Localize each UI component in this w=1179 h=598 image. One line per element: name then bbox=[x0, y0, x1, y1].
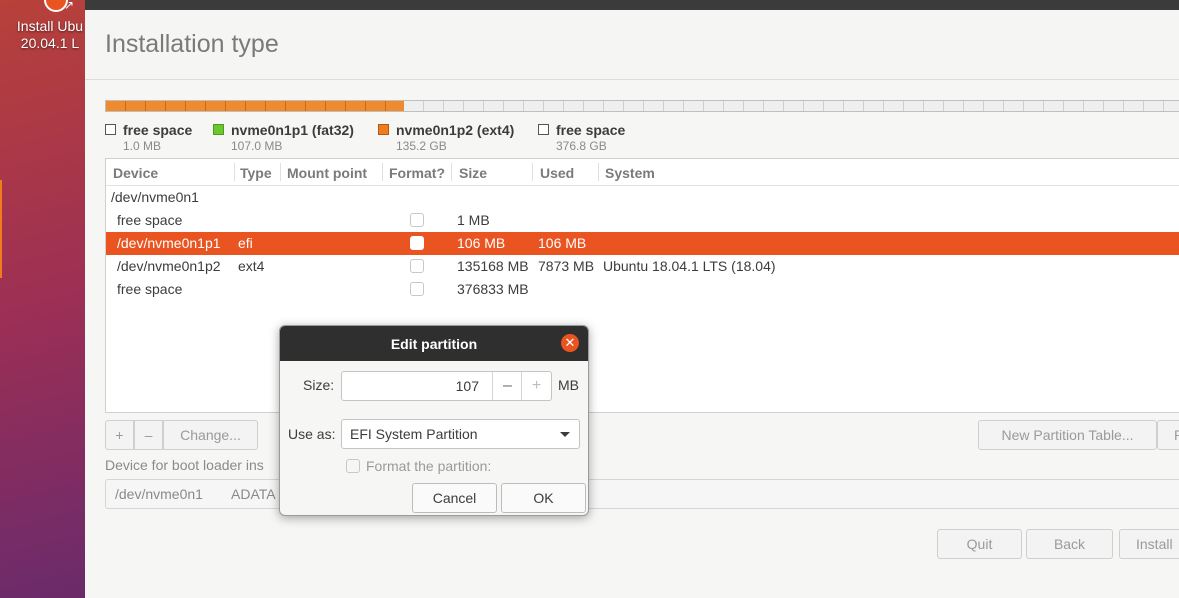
revert-button[interactable]: R bbox=[1157, 420, 1179, 450]
partition-bar-free-segment bbox=[404, 101, 1179, 111]
desktop-launcher-label: Install Ubu 20.04.1 L bbox=[16, 18, 84, 51]
format-checkbox[interactable] bbox=[410, 236, 424, 250]
column-separator bbox=[451, 163, 452, 181]
partition-bar-used-segment bbox=[106, 101, 404, 111]
cell-device: /dev/nvme0n1p2 bbox=[117, 258, 221, 274]
main-content: free space 1.0 MB nvme0n1p1 (fat32) 107.… bbox=[85, 80, 1179, 598]
use-as-dropdown[interactable]: EFI System Partition bbox=[341, 419, 580, 449]
cell-size: 1 MB bbox=[457, 212, 490, 228]
page-title: Installation type bbox=[105, 30, 279, 58]
format-checkbox[interactable] bbox=[410, 282, 424, 296]
cell-device: free space bbox=[117, 212, 183, 228]
desktop-launcher-install-ubuntu[interactable]: ↗ Install Ubu 20.04.1 L bbox=[0, 0, 90, 60]
bootloader-device-combo[interactable]: /dev/nvme0n1 ADATA bbox=[105, 479, 1179, 509]
table-header: Device Type Mount point Format? Size Use… bbox=[106, 159, 1179, 186]
cell-size: 106 MB bbox=[457, 235, 506, 251]
bootloader-device-model: ADATA bbox=[231, 486, 276, 502]
window-header: Installation type bbox=[85, 10, 1179, 80]
cell-size: 376833 MB bbox=[457, 281, 529, 297]
size-unit: MB bbox=[558, 377, 579, 393]
format-checkbox[interactable] bbox=[410, 259, 424, 273]
cell-system: Ubuntu 18.04.1 LTS (18.04) bbox=[603, 258, 776, 274]
column-header-type[interactable]: Type bbox=[240, 165, 272, 181]
cell-size: 135168 MB bbox=[457, 258, 529, 274]
quit-button[interactable]: Quit bbox=[937, 529, 1022, 559]
cancel-button[interactable]: Cancel bbox=[412, 483, 497, 513]
column-header-format[interactable]: Format? bbox=[389, 165, 445, 181]
legend-size: 376.8 GB bbox=[556, 139, 607, 153]
ok-button[interactable]: OK bbox=[501, 483, 586, 513]
add-partition-button[interactable]: + bbox=[105, 420, 134, 450]
chevron-down-icon bbox=[560, 432, 570, 437]
table-row[interactable]: free space 1 MB bbox=[106, 209, 1179, 232]
use-as-label: Use as: bbox=[288, 426, 336, 442]
dialog-title: Edit partition bbox=[390, 336, 478, 352]
legend-swatch bbox=[213, 124, 224, 135]
install-now-button[interactable]: Install bbox=[1119, 529, 1179, 559]
close-icon[interactable]: ✕ bbox=[561, 334, 579, 352]
bootloader-device: /dev/nvme0n1 bbox=[115, 486, 203, 502]
column-header-used[interactable]: Used bbox=[540, 165, 574, 181]
column-separator bbox=[280, 163, 281, 181]
legend-size: 107.0 MB bbox=[231, 139, 283, 153]
bootloader-label: Device for boot loader ins bbox=[105, 457, 264, 473]
desktop-side-tab bbox=[0, 180, 2, 278]
legend-size: 135.2 GB bbox=[396, 139, 447, 153]
column-separator bbox=[598, 163, 599, 181]
decrease-size-button[interactable]: – bbox=[492, 372, 522, 400]
new-partition-table-button[interactable]: New Partition Table... bbox=[978, 420, 1157, 450]
column-header-system[interactable]: System bbox=[605, 165, 655, 181]
back-button[interactable]: Back bbox=[1026, 529, 1113, 559]
table-row[interactable]: /dev/nvme0n1p2 ext4 135168 MB 7873 MB Ub… bbox=[106, 255, 1179, 278]
column-separator bbox=[382, 163, 383, 181]
format-partition-checkbox[interactable] bbox=[346, 459, 360, 473]
column-header-device[interactable]: Device bbox=[113, 165, 158, 181]
legend-name: free space bbox=[556, 122, 626, 138]
column-separator bbox=[234, 163, 235, 181]
cell-type: efi bbox=[238, 235, 253, 251]
column-header-mount-point[interactable]: Mount point bbox=[287, 165, 367, 181]
cell-used: 106 MB bbox=[538, 235, 587, 251]
size-spinbutton[interactable]: 107 – + bbox=[341, 371, 552, 401]
legend-size: 1.0 MB bbox=[123, 139, 162, 153]
cell-used: 7873 MB bbox=[538, 258, 595, 274]
legend-swatch bbox=[105, 124, 116, 135]
use-as-value: EFI System Partition bbox=[350, 426, 478, 442]
table-row-selected[interactable]: /dev/nvme0n1p1 efi 106 MB 106 MB bbox=[106, 232, 1179, 255]
window-titlebar[interactable] bbox=[85, 0, 1179, 10]
cell-device: /dev/nvme0n1 bbox=[111, 189, 199, 205]
cell-device: /dev/nvme0n1p1 bbox=[117, 235, 221, 251]
legend-name: nvme0n1p1 (fat32) bbox=[231, 122, 354, 138]
increase-size-button[interactable]: + bbox=[521, 372, 551, 400]
legend-swatch bbox=[538, 124, 549, 135]
partition-table[interactable]: Device Type Mount point Format? Size Use… bbox=[105, 158, 1179, 413]
column-separator bbox=[532, 163, 533, 181]
edit-partition-dialog: Edit partition ✕ Size: 107 – + MB Use as… bbox=[279, 325, 589, 516]
change-partition-button[interactable]: Change... bbox=[163, 420, 258, 450]
legend-swatch bbox=[378, 124, 389, 135]
legend-name: nvme0n1p2 (ext4) bbox=[396, 122, 515, 138]
size-value: 107 bbox=[455, 378, 479, 394]
dialog-titlebar[interactable]: Edit partition ✕ bbox=[280, 326, 588, 361]
shortcut-arrow-icon: ↗ bbox=[64, 0, 75, 12]
column-header-size[interactable]: Size bbox=[459, 165, 487, 181]
remove-partition-button[interactable]: – bbox=[134, 420, 163, 450]
table-row[interactable]: free space 376833 MB bbox=[106, 278, 1179, 301]
format-partition-label: Format the partition: bbox=[366, 458, 492, 474]
partition-usage-bar bbox=[105, 100, 1179, 112]
cell-device: free space bbox=[117, 281, 183, 297]
table-row-disk[interactable]: /dev/nvme0n1 bbox=[106, 186, 1179, 209]
installer-window: Installation type free space 1.0 MB nvme… bbox=[85, 0, 1179, 598]
legend-name: free space bbox=[123, 122, 193, 138]
cell-type: ext4 bbox=[238, 258, 265, 274]
format-checkbox[interactable] bbox=[410, 213, 424, 227]
size-label: Size: bbox=[303, 377, 335, 393]
